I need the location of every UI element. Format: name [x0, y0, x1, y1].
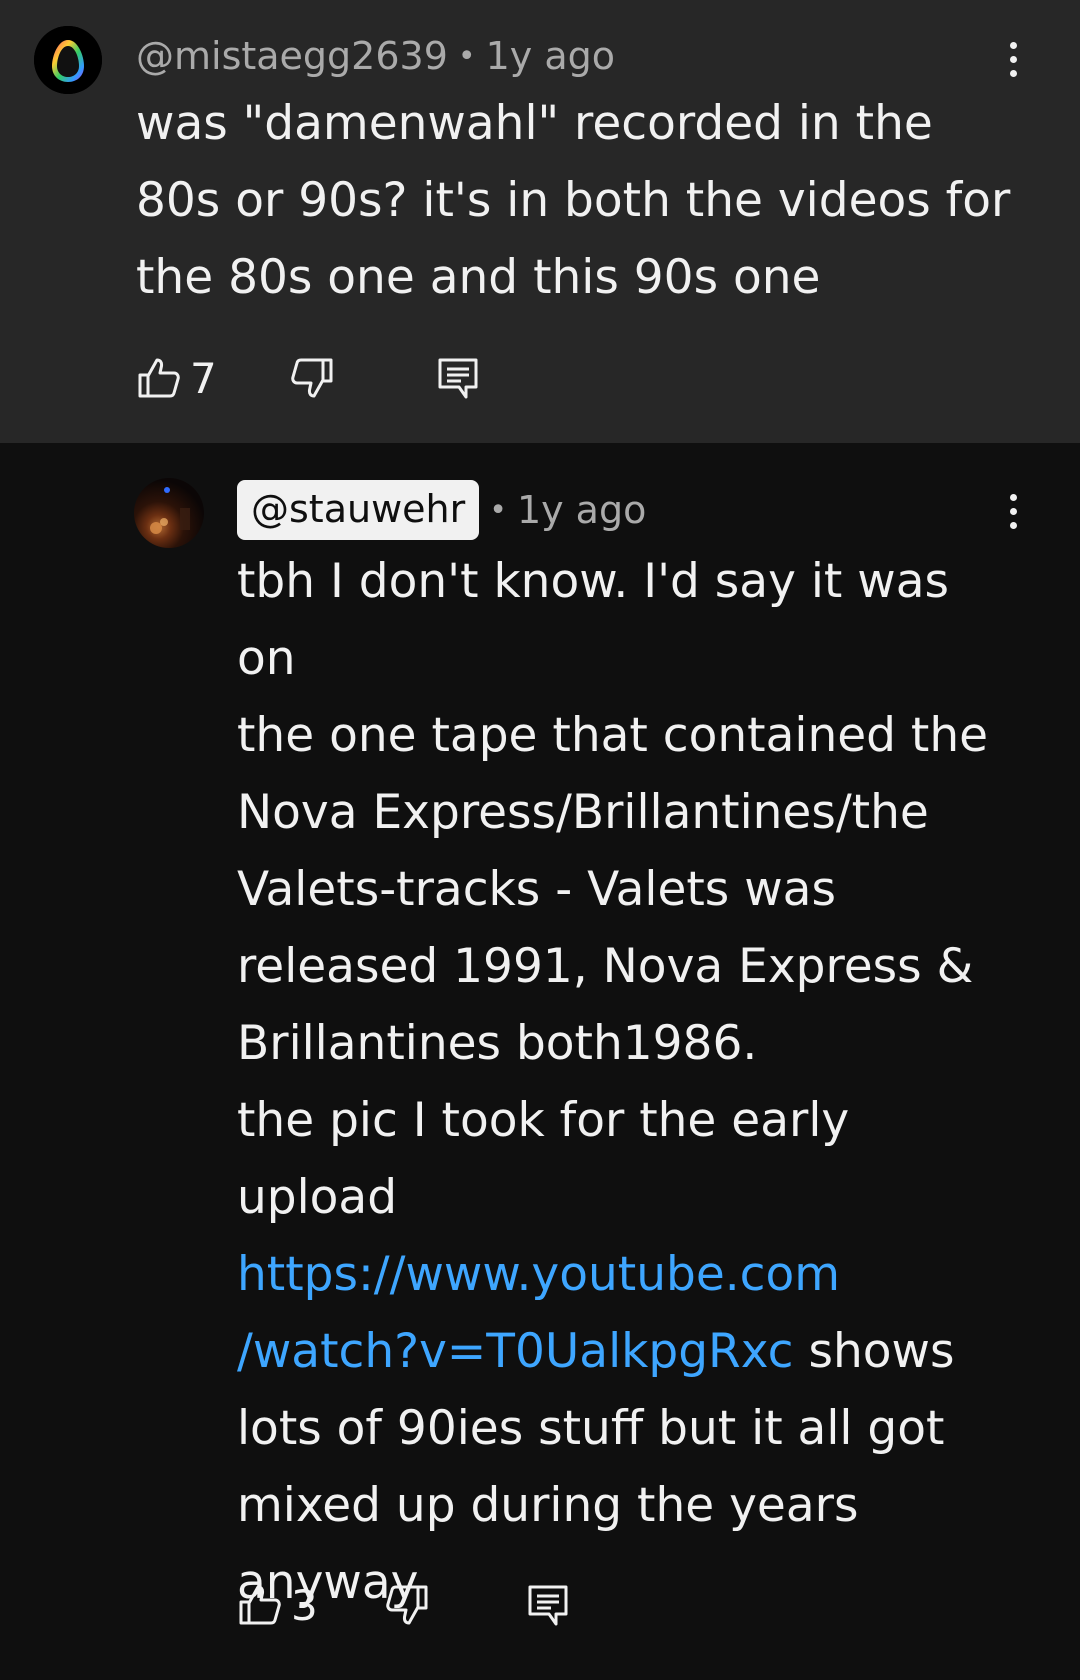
comment-text: tbh I don't know. I'd say it was on the … — [237, 543, 1017, 1621]
comment-line: the pic I took for the early — [237, 1093, 850, 1148]
comment-line: mixed up during the years — [237, 1478, 859, 1533]
comment-actions: 7 — [136, 348, 481, 408]
author-handle-chip[interactable]: @stauwehr — [237, 480, 480, 540]
comment-line: tbh I don't know. I'd say it was on — [237, 554, 949, 686]
comment-line: 80s or 90s? it's in both the videos for — [136, 173, 1011, 228]
separator-dot: • — [457, 38, 476, 74]
parent-comment: @mistaegg2639 • 1y ago was "damenwahl" r… — [0, 0, 1080, 443]
comment-line: the 80s one and this 90s one — [136, 250, 821, 305]
comment-time: 1y ago — [516, 488, 647, 532]
reply-comment-icon[interactable] — [525, 1582, 571, 1628]
comment-line-fragment: shows — [793, 1324, 955, 1379]
comment-line: the one tape that contained the — [237, 708, 989, 763]
comment-thread: @mistaegg2639 • 1y ago was "damenwahl" r… — [0, 0, 1080, 1680]
egg-avatar-icon[interactable] — [34, 26, 102, 94]
author-handle[interactable]: @mistaegg2639 — [136, 34, 448, 78]
more-vert-icon[interactable] — [993, 29, 1033, 89]
video-link[interactable]: https://www.youtube.com — [237, 1247, 840, 1302]
more-vert-icon[interactable] — [993, 481, 1033, 541]
avatar[interactable] — [134, 478, 204, 548]
comment-text: was "damenwahl" recorded in the 80s or 9… — [136, 85, 1036, 316]
separator-dot: • — [489, 492, 507, 528]
reply-comment-icon[interactable] — [435, 355, 481, 401]
comment-line: Brillantines both1986. — [237, 1016, 758, 1071]
thumbs-up-icon[interactable] — [237, 1582, 283, 1628]
comment-header: @stauwehr • 1y ago — [237, 478, 646, 542]
like-count: 7 — [190, 353, 217, 403]
thumbs-up-icon[interactable] — [136, 355, 182, 401]
video-link-continued[interactable]: /watch?v=T0UalkpgRxc — [237, 1324, 794, 1379]
thumbs-down-icon[interactable] — [289, 355, 335, 401]
like-count: 3 — [291, 1580, 318, 1630]
comment-line: released 1991, Nova Express & — [237, 939, 974, 994]
comment-line: upload — [237, 1170, 398, 1225]
comment-line: lots of 90ies stuff but it all got — [237, 1401, 945, 1456]
comment-actions: 3 — [237, 1575, 571, 1635]
comment-line: Valets-tracks - Valets was — [237, 862, 836, 917]
comment-line: Nova Express/Brillantines/the — [237, 785, 929, 840]
comment-line: was "damenwahl" recorded in the — [136, 96, 933, 151]
comment-header: @mistaegg2639 • 1y ago — [136, 28, 615, 84]
thumbs-down-icon[interactable] — [384, 1582, 430, 1628]
comment-time: 1y ago — [485, 34, 615, 78]
